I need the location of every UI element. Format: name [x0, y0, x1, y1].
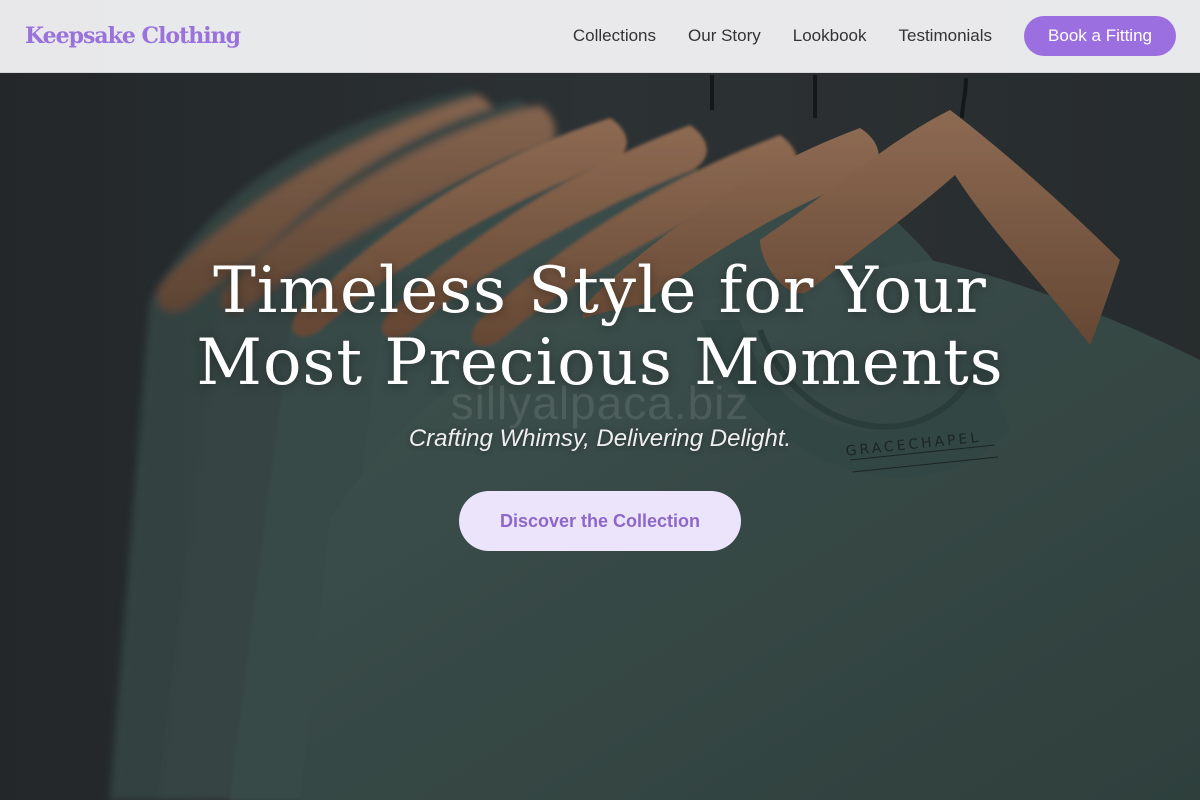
nav-link-collections[interactable]: Collections	[573, 26, 656, 46]
nav-link-our-story[interactable]: Our Story	[688, 26, 761, 46]
hero-subtitle: Crafting Whimsy, Delivering Delight.	[408, 425, 792, 452]
brand-logo[interactable]: Keepsake Clothing	[25, 23, 241, 49]
site-header: Keepsake Clothing Collections Our Story …	[0, 0, 1200, 73]
hero-title: Timeless Style for Your Most Precious Mo…	[150, 255, 1050, 399]
hero-title-line-2: Most Precious Moments	[196, 326, 1004, 400]
discover-collection-button[interactable]: Discover the Collection	[459, 491, 741, 551]
main-nav: Collections Our Story Lookbook Testimoni…	[573, 16, 1176, 56]
hero-content: Timeless Style for Your Most Precious Mo…	[0, 255, 1200, 551]
nav-link-testimonials[interactable]: Testimonials	[899, 26, 993, 46]
book-fitting-button[interactable]: Book a Fitting	[1024, 16, 1176, 56]
nav-link-lookbook[interactable]: Lookbook	[793, 26, 867, 46]
hero-title-line-1: Timeless Style for Your	[213, 254, 987, 328]
